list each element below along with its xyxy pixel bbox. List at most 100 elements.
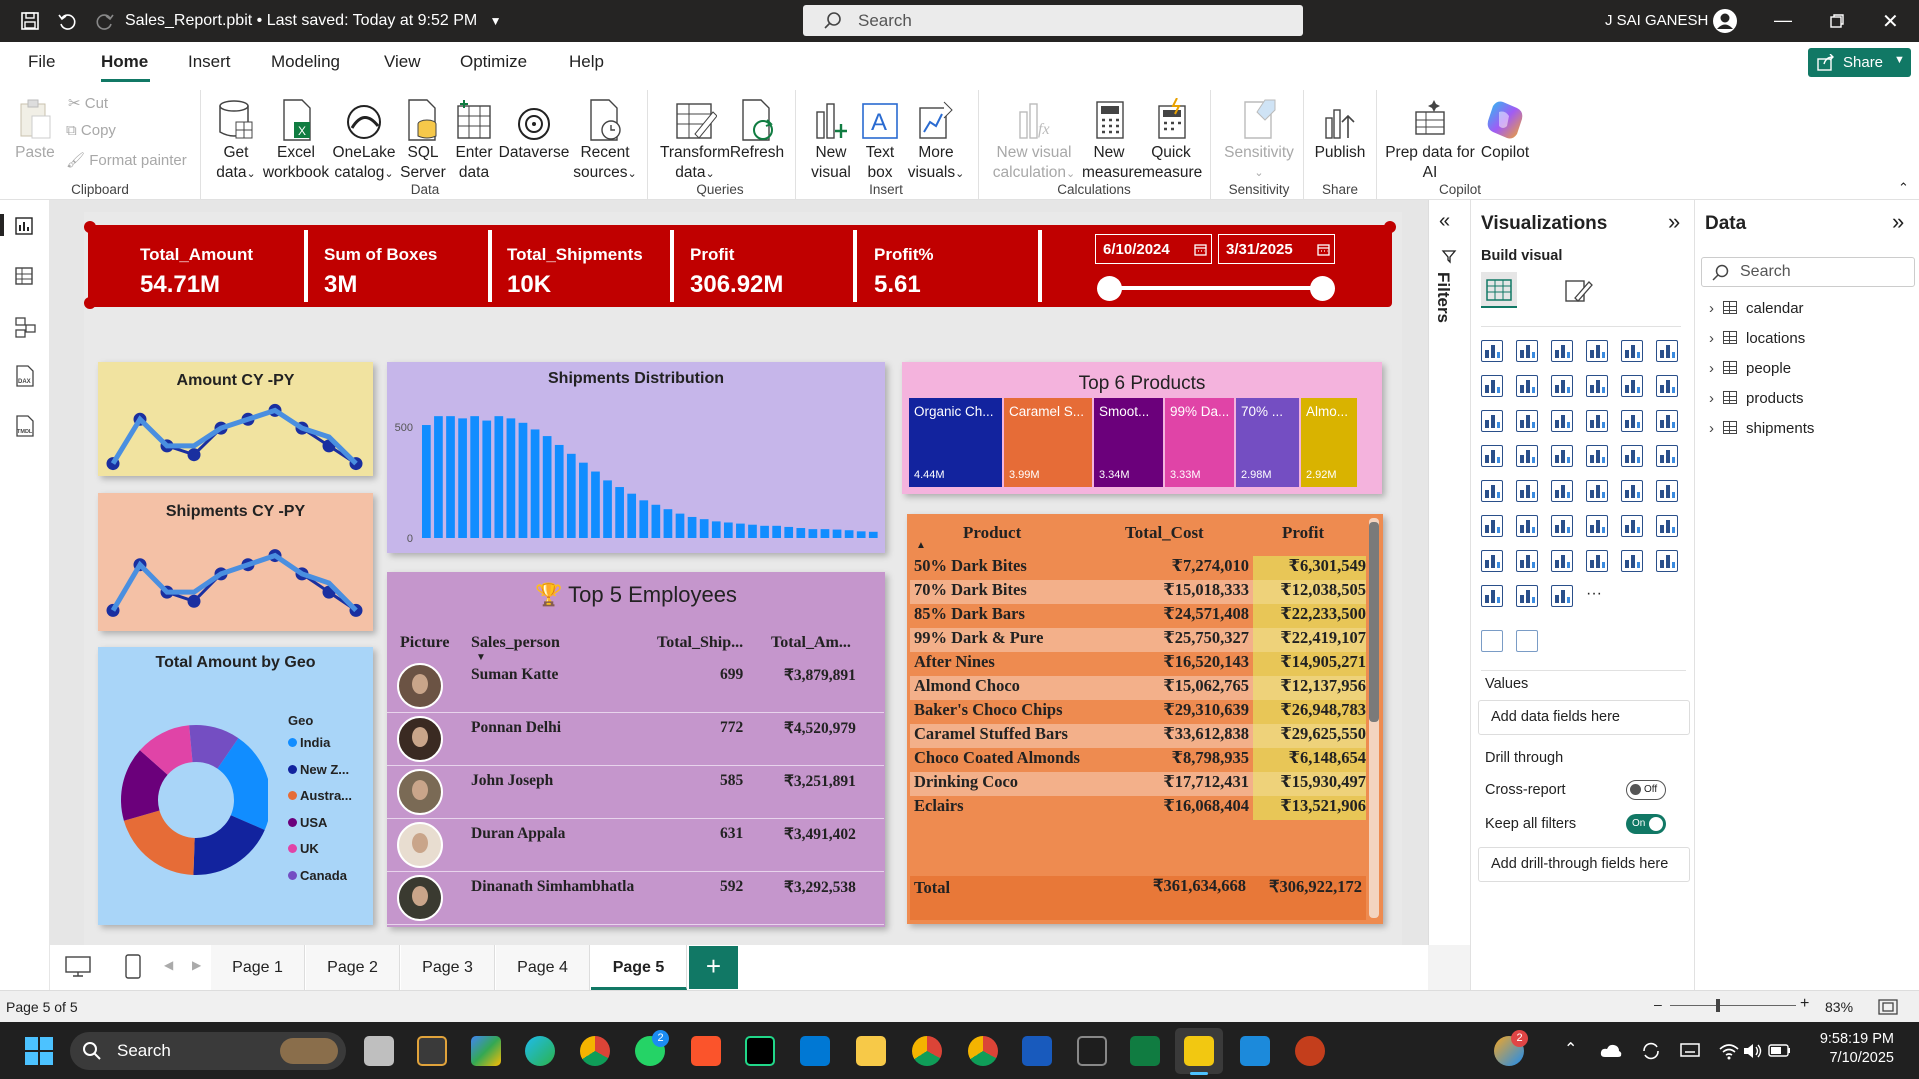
- 100-bar-visual-icon[interactable]: [1621, 340, 1643, 362]
- desktop-layout-icon[interactable]: [65, 956, 91, 978]
- account-icon[interactable]: [1712, 8, 1738, 34]
- google-drive-icon[interactable]: [471, 1036, 501, 1066]
- clustered-bar-visual-icon[interactable]: [1551, 340, 1573, 362]
- 100-area-visual-icon[interactable]: [1586, 375, 1608, 397]
- enter-data-button[interactable]: Enter data: [450, 92, 498, 183]
- 100-column-visual-icon[interactable]: [1656, 340, 1678, 362]
- chrome-icon[interactable]: [580, 1036, 610, 1066]
- quick-measure-button[interactable]: Quick measure: [1142, 92, 1202, 183]
- calendar-icon[interactable]: [1194, 243, 1207, 256]
- taskbar-search[interactable]: Search: [70, 1032, 346, 1070]
- mobile-layout-icon[interactable]: [125, 954, 141, 980]
- zoom-slider-track[interactable]: [1670, 1005, 1796, 1006]
- col-header-total-amount[interactable]: Total_Am...: [771, 634, 851, 652]
- col-header-profit[interactable]: Profit: [1282, 523, 1324, 543]
- product-row[interactable]: 85% Dark Bars ₹24,571,408 ₹22,233,500: [910, 604, 1366, 628]
- product-row[interactable]: Almond Choco ₹15,062,765 ₹12,137,956: [910, 676, 1366, 700]
- kpi-total-shipments[interactable]: Total_Shipments 10K: [507, 245, 643, 299]
- product-row[interactable]: 50% Dark Bites ₹7,274,010 ₹6,301,549: [910, 556, 1366, 580]
- diamond-visual-icon[interactable]: [1516, 585, 1538, 607]
- table-view-icon[interactable]: [14, 266, 34, 286]
- expand-chevron-icon[interactable]: ›: [1709, 360, 1723, 377]
- legend-item[interactable]: India: [288, 735, 352, 762]
- narrative-visual-icon[interactable]: [1481, 630, 1503, 652]
- data-table-item[interactable]: › products: [1709, 390, 1909, 420]
- menu-view[interactable]: View: [384, 52, 421, 72]
- volume-icon[interactable]: [1742, 1042, 1764, 1060]
- zoom-slider-thumb[interactable]: [1716, 999, 1720, 1012]
- page-tab-5[interactable]: Page 5: [591, 945, 687, 990]
- filters-pane[interactable]: « Filters: [1428, 200, 1470, 945]
- drill-through-drop-zone[interactable]: Add drill-through fields here: [1478, 847, 1690, 882]
- wifi-icon[interactable]: [1718, 1042, 1740, 1060]
- paginated-visual-icon[interactable]: [1481, 550, 1503, 572]
- sensitivity-button[interactable]: Sensitivity ⌄: [1222, 92, 1296, 183]
- treemap-visual-icon[interactable]: [1481, 445, 1503, 467]
- product-table-card[interactable]: Product ▲ Total_Cost Profit 50% Dark Bit…: [907, 514, 1383, 924]
- clustered-column-visual-icon[interactable]: [1586, 340, 1608, 362]
- table-scroll-thumb[interactable]: [1369, 522, 1379, 722]
- maximize-icon[interactable]: [1830, 14, 1844, 28]
- more-visuals-button[interactable]: More visuals⌄: [906, 92, 966, 184]
- keep-filters-toggle[interactable]: On: [1626, 814, 1666, 834]
- battery-icon[interactable]: [1768, 1043, 1792, 1059]
- col-header-product[interactable]: Product: [963, 523, 1021, 543]
- gauge-visual-icon[interactable]: [1656, 445, 1678, 467]
- product-row[interactable]: Caramel Stuffed Bars ₹33,612,838 ₹29,625,5…: [910, 724, 1366, 748]
- menu-help[interactable]: Help: [569, 52, 604, 72]
- cross-report-toggle[interactable]: Off: [1626, 780, 1666, 800]
- kpi-profit-pct[interactable]: Profit% 5.61: [874, 245, 934, 299]
- employee-row[interactable]: John Joseph 585 ₹3,251,891: [387, 766, 884, 819]
- task-view-icon[interactable]: [364, 1036, 394, 1066]
- kpi-visual-icon[interactable]: [1551, 480, 1573, 502]
- file-explorer-icon[interactable]: [856, 1036, 886, 1066]
- format-visual-icon[interactable]: [1563, 276, 1593, 306]
- new-visual-button[interactable]: New visual: [806, 92, 856, 183]
- display-icon[interactable]: [1680, 1042, 1702, 1060]
- shape-map-visual-icon[interactable]: [1586, 445, 1608, 467]
- microsoft-store-icon[interactable]: [417, 1036, 447, 1066]
- treemap-tile[interactable]: Smoot... 3.34M: [1094, 398, 1163, 487]
- product-row[interactable]: Drinking Coco ₹17,712,431 ₹15,930,497: [910, 772, 1366, 796]
- multi-row-card-visual-icon[interactable]: [1516, 480, 1538, 502]
- word-icon[interactable]: [1022, 1036, 1052, 1066]
- redo-icon[interactable]: [95, 11, 115, 31]
- product-row[interactable]: Choco Coated Almonds ₹8,798,935 ₹6,148,654: [910, 748, 1366, 772]
- stacked-area-visual-icon[interactable]: [1551, 375, 1573, 397]
- treemap-tile[interactable]: Caramel S... 3.99M: [1004, 398, 1092, 487]
- col-header-total-shipments[interactable]: Total_Ship...: [657, 634, 743, 652]
- scatter-visual-icon[interactable]: [1586, 410, 1608, 432]
- col-header-picture[interactable]: Picture: [400, 634, 449, 652]
- kpi-profit[interactable]: Profit 306.92M: [690, 245, 783, 299]
- chrome-profile-icon[interactable]: [912, 1036, 942, 1066]
- page-tab-1[interactable]: Page 1: [211, 945, 305, 990]
- employee-row[interactable]: Dinanath Simhambhatla 592 ₹3,292,538: [387, 872, 884, 925]
- pycharm-icon[interactable]: [745, 1036, 775, 1066]
- save-icon[interactable]: [20, 11, 40, 31]
- brave-icon[interactable]: [691, 1036, 721, 1066]
- legend-item[interactable]: USA: [288, 815, 352, 842]
- data-search-input[interactable]: Search: [1701, 257, 1915, 287]
- close-icon[interactable]: ✕: [1882, 9, 1899, 34]
- sort-up-icon[interactable]: ▲: [916, 540, 926, 551]
- card-visual-icon[interactable]: [1481, 480, 1503, 502]
- get-data-button[interactable]: Get data⌄: [208, 92, 264, 184]
- page-tab-4[interactable]: Page 4: [496, 945, 590, 990]
- powerpoint-icon[interactable]: [1295, 1036, 1325, 1066]
- treemap-tile[interactable]: 99% Da... 3.33M: [1165, 398, 1234, 487]
- expand-filters-icon[interactable]: «: [1439, 210, 1450, 233]
- collapse-visualizations-icon[interactable]: »: [1668, 209, 1680, 235]
- show-hidden-icons-icon[interactable]: ⌃: [1564, 1039, 1577, 1059]
- model-view-icon[interactable]: [14, 316, 36, 338]
- dataverse-button[interactable]: Dataverse: [498, 92, 570, 163]
- total-amount-by-geo-card[interactable]: Total Amount by Geo Geo India New Z... Aus…: [98, 647, 373, 925]
- table-scrollbar[interactable]: [1369, 518, 1379, 918]
- windows-start-icon[interactable]: [25, 1037, 53, 1065]
- expand-chevron-icon[interactable]: ›: [1709, 300, 1723, 317]
- power-apps-visual-icon[interactable]: [1551, 550, 1573, 572]
- treemap-tile[interactable]: 70% ... 2.98M: [1236, 398, 1299, 487]
- expand-chevron-icon[interactable]: ›: [1709, 330, 1723, 347]
- ribbon-visual-icon[interactable]: [1481, 410, 1503, 432]
- calendar-icon[interactable]: [1317, 243, 1330, 256]
- legend-item[interactable]: Canada: [288, 868, 352, 895]
